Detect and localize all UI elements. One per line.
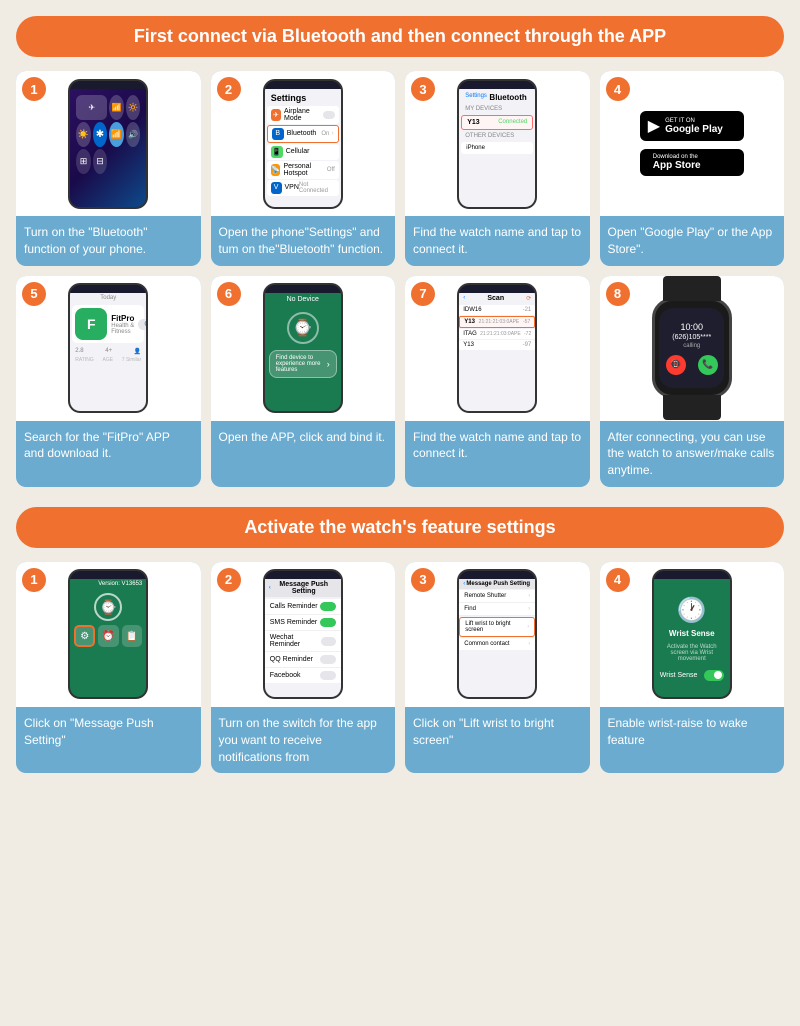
step6-phone: No Device ⌚ Find device to experience mo… [263,283,343,413]
step3-desc: Find the watch name and tap to connect i… [405,216,590,266]
step2-3-image: 3 ‹ Message Push Setting Remote Shutter … [405,562,590,707]
step-card-1: 1 ✈ 📶 🔆 ☀️ ✱ � [16,71,201,266]
step-card-5: 5 Today F FitPro Health & Fitness GET [16,276,201,487]
step2-1-number: 1 [22,568,46,592]
step1-phone: ✈ 📶 🔆 ☀️ ✱ 📶 🔊 ⊞ ⊟ [68,79,148,209]
step8-number: 8 [606,282,630,306]
app-store-button[interactable]: Download on the App Store [640,149,744,176]
step2-card-3: 3 ‹ Message Push Setting Remote Shutter … [405,562,590,773]
step2-1-image: 1 Version: V13653 ⌚ ⚙ ⏰ 📋 [16,562,201,707]
step1-desc: Turn on the "Bluetooth" function of your… [16,216,201,266]
google-play-button[interactable]: ▶ GET IT ON Google Play [640,111,744,141]
step2-number: 2 [217,77,241,101]
step2-card-2: 2 ‹ Message Push Setting Calls Reminder [211,562,396,773]
step-card-7: 7 ‹ Scan ⟳ IDW16 -21 [405,276,590,487]
step5-phone: Today F FitPro Health & Fitness GET 2.84 [68,283,148,413]
step-card-2: 2 Settings ✈ Airplane Mode [211,71,396,266]
section1-header: First connect via Bluetooth and then con… [16,16,784,57]
step-card-6: 6 No Device ⌚ Find device to experience … [211,276,396,487]
step8-watch: 10:00 (626)105**** calling 📵 📞 [642,283,742,413]
step5-number: 5 [22,282,46,306]
step-card-8: 8 10:00 (626)105**** calling 📵 📞 [600,276,785,487]
step3-phone: Settings Bluetooth MY DEVICES Y13 Connec… [457,79,537,209]
step2-2-desc: Turn on the switch for the app you want … [211,707,396,773]
section2-header: Activate the watch's feature settings [16,507,784,548]
step7-image: 7 ‹ Scan ⟳ IDW16 -21 [405,276,590,421]
step8-image: 8 10:00 (626)105**** calling 📵 📞 [600,276,785,421]
step3-image: 3 Settings Bluetooth MY DEVICES [405,71,590,216]
step2-3-desc: Click on "Lift wrist to bright screen" [405,707,590,773]
step2-phone: Settings ✈ Airplane Mode B Bluetooth On … [263,79,343,209]
step2-4-desc: Enable wrist-raise to wake feature [600,707,785,773]
step4-number: 4 [606,77,630,101]
google-play-big-text: Google Play [665,124,723,135]
step2-card-4: 4 🕐 Wrist Sense Activate the Watch scree… [600,562,785,773]
step2-4-image: 4 🕐 Wrist Sense Activate the Watch scree… [600,562,785,707]
section2-title: Activate the watch's feature settings [244,517,555,537]
step2-card-1: 1 Version: V13653 ⌚ ⚙ ⏰ 📋 [16,562,201,773]
steps-grid-1: 1 ✈ 📶 🔆 ☀️ ✱ � [16,71,784,487]
step2-image: 2 Settings ✈ Airplane Mode [211,71,396,216]
step2-3-phone: ‹ Message Push Setting Remote Shutter › … [457,569,537,699]
step4-desc: Open "Google Play" or the App Store". [600,216,785,266]
step3-number: 3 [411,77,435,101]
step-card-3: 3 Settings Bluetooth MY DEVICES [405,71,590,266]
appstore-big-text: App Store [653,160,701,171]
step6-number: 6 [217,282,241,306]
step2-2-number: 2 [217,568,241,592]
step6-desc: Open the APP, click and bind it. [211,421,396,487]
step4-image: 4 ▶ GET IT ON Google Play Download on th… [600,71,785,216]
step7-number: 7 [411,282,435,306]
step6-image: 6 No Device ⌚ Find device to experience … [211,276,396,421]
step-card-4: 4 ▶ GET IT ON Google Play Download on th… [600,71,785,266]
step2-desc: Open the phone"Settings" and tum on the"… [211,216,396,266]
step5-image: 5 Today F FitPro Health & Fitness GET [16,276,201,421]
step7-desc: Find the watch name and tap to connect i… [405,421,590,487]
step2-4-number: 4 [606,568,630,592]
step2-1-phone: Version: V13653 ⌚ ⚙ ⏰ 📋 [68,569,148,699]
step2-4-phone: 🕐 Wrist Sense Activate the Watch screen … [652,569,732,699]
step2-3-number: 3 [411,568,435,592]
steps-grid-2: 1 Version: V13653 ⌚ ⚙ ⏰ 📋 [16,562,784,773]
get-button[interactable]: GET [138,319,146,330]
step1-image: 1 ✈ 📶 🔆 ☀️ ✱ � [16,71,201,216]
step8-desc: After connecting, you can use the watch … [600,421,785,487]
step7-phone: ‹ Scan ⟳ IDW16 -21 Y13 21:21:21:03:0APE … [457,283,537,413]
step2-1-desc: Click on "Message Push Setting" [16,707,201,773]
step2-2-image: 2 ‹ Message Push Setting Calls Reminder [211,562,396,707]
step5-desc: Search for the "FitPro" APP and download… [16,421,201,487]
section1-title: First connect via Bluetooth and then con… [134,26,666,46]
step2-2-phone: ‹ Message Push Setting Calls Reminder SM… [263,569,343,699]
step1-number: 1 [22,77,46,101]
